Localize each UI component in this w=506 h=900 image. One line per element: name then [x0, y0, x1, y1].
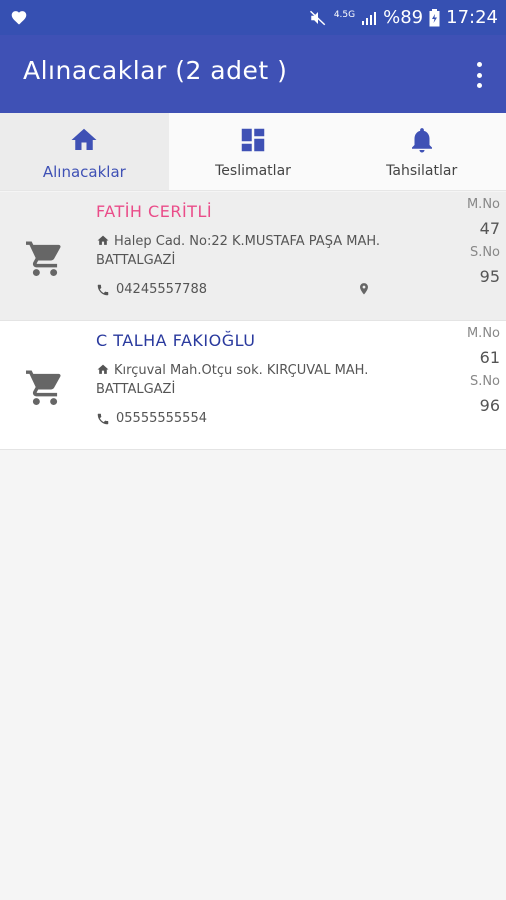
address-text: Kırçuval Mah.Otçu sok. KIRÇUVAL MAH. BAT… [96, 363, 369, 397]
tab-label: Teslimatlar [215, 163, 291, 179]
home-icon [97, 364, 109, 374]
tab-bar: Alınacaklar Teslimatlar Tahsilatlar [0, 113, 506, 191]
m-no-label: M.No [466, 197, 500, 212]
overflow-menu-icon[interactable] [474, 62, 484, 88]
dashboard-icon [241, 128, 265, 152]
phone-icon [97, 413, 109, 424]
order-numbers: M.No 47 S.No 95 [467, 194, 500, 290]
customer-name: C TALHA FAKIOĞLU [96, 331, 256, 350]
pickup-list: FATİH CERİTLİ Halep Cad. No:22 K.MUSTAFA… [0, 192, 506, 450]
s-no-label: S.No [469, 374, 500, 389]
tab-teslimatlar[interactable]: Teslimatlar [169, 113, 338, 190]
cart-icon [26, 241, 61, 276]
home-icon [97, 235, 109, 245]
battery-icon [429, 8, 440, 26]
page-title: Alınacaklar (2 adet ) [23, 56, 288, 85]
phone-number: 05555555554 [116, 411, 207, 426]
signal-icon [362, 11, 377, 25]
m-no-value: 47 [479, 219, 500, 238]
clock: 17:24 [446, 7, 498, 28]
cart-icon [26, 370, 61, 405]
app-bar: Alınacaklar (2 adet ) [0, 35, 506, 113]
phone[interactable]: 04245557788 [96, 282, 207, 297]
tab-tahsilatlar[interactable]: Tahsilatlar [337, 113, 506, 190]
location-pin-icon[interactable] [357, 282, 371, 299]
s-no-value: 95 [479, 267, 500, 286]
tab-label: Alınacaklar [42, 163, 126, 181]
tab-alinacaklar[interactable]: Alınacaklar [0, 113, 169, 190]
bell-icon [411, 128, 432, 153]
phone-icon [97, 284, 109, 295]
phone[interactable]: 05555555554 [96, 411, 207, 426]
order-numbers: M.No 61 S.No 96 [467, 323, 500, 419]
tab-label: Tahsilatlar [386, 163, 458, 179]
status-bar: 4.5G %89 17:24 [0, 0, 506, 35]
s-no-label: S.No [469, 245, 500, 260]
address: Kırçuval Mah.Otçu sok. KIRÇUVAL MAH. BAT… [96, 361, 426, 399]
s-no-value: 96 [479, 396, 500, 415]
battery-percent: %89 [383, 7, 424, 28]
phone-number: 04245557788 [116, 282, 207, 297]
heart-icon [11, 11, 27, 25]
list-item[interactable]: C TALHA FAKIOĞLU Kırçuval Mah.Otçu sok. … [0, 321, 506, 450]
m-no-value: 61 [479, 348, 500, 367]
address: Halep Cad. No:22 K.MUSTAFA PAŞA MAH. BAT… [96, 232, 426, 270]
mute-icon [309, 10, 326, 25]
m-no-label: M.No [466, 326, 500, 341]
list-item[interactable]: FATİH CERİTLİ Halep Cad. No:22 K.MUSTAFA… [0, 192, 506, 321]
home-icon [71, 128, 97, 150]
customer-name: FATİH CERİTLİ [96, 202, 213, 221]
network-type: 4.5G [333, 10, 356, 20]
address-text: Halep Cad. No:22 K.MUSTAFA PAŞA MAH. BAT… [96, 234, 381, 268]
